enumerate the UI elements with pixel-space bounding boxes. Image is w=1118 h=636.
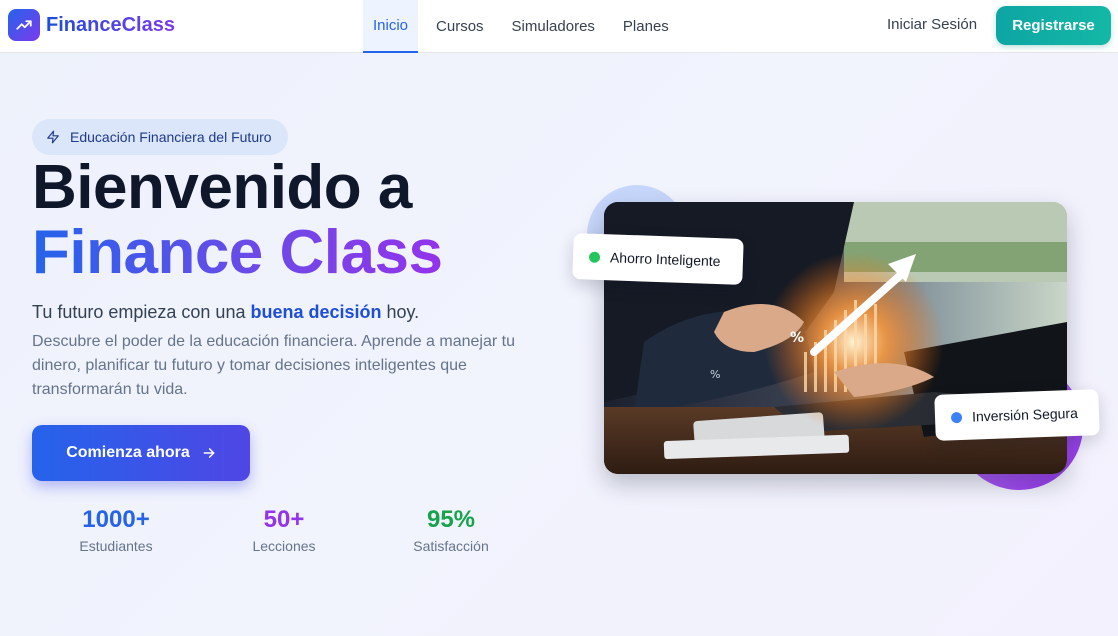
stat-students: 1000+ Estudiantes: [72, 506, 160, 554]
badge-smart-savings: Ahorro Inteligente: [572, 233, 744, 285]
hero-title-line1: Bienvenido a: [32, 153, 412, 222]
stat-value: 95%: [426, 506, 476, 533]
tagline-highlight: buena decisión: [250, 302, 382, 322]
stat-label: Lecciones: [252, 538, 316, 554]
get-started-label: Comienza ahora: [66, 444, 190, 461]
nav-link-cursos[interactable]: Cursos: [426, 0, 494, 53]
tagline-before: Tu futuro empieza con una: [32, 302, 251, 322]
nav-link-simuladores[interactable]: Simuladores: [502, 0, 605, 53]
stat-label: Estudiantes: [79, 538, 153, 554]
trending-up-icon: [8, 9, 40, 41]
hero-title-line2: Finance Class: [32, 218, 443, 287]
tagline-after: hoy.: [381, 302, 420, 322]
register-button[interactable]: Registrarse: [996, 6, 1111, 45]
top-navbar: FinanceClass Inicio Cursos Simuladores P…: [0, 0, 1118, 53]
badge-safe-investment: Inversión Segura: [934, 389, 1100, 441]
main-nav: Inicio Cursos Simuladores Planes: [363, 0, 687, 53]
brand-logo[interactable]: FinanceClass: [8, 9, 175, 41]
get-started-button[interactable]: Comienza ahora: [32, 425, 250, 481]
hero-badge: Educación Financiera del Futuro: [32, 119, 288, 155]
stat-value: 1000+: [82, 506, 150, 533]
lightning-icon: [47, 130, 59, 144]
stat-label: Satisfacción: [413, 538, 489, 554]
arrow-right-icon: [203, 448, 215, 458]
stat-lessons: 50+ Lecciones: [244, 506, 324, 554]
hero-tagline: Tu futuro empieza con una buena decisión…: [32, 302, 419, 323]
badge-smart-savings-label: Ahorro Inteligente: [609, 249, 721, 270]
badge-safe-investment-label: Inversión Segura: [971, 404, 1079, 425]
svg-text:%: %: [790, 330, 804, 346]
login-link[interactable]: Iniciar Sesión: [887, 16, 977, 33]
nav-link-planes[interactable]: Planes: [613, 0, 679, 53]
hero-badge-text: Educación Financiera del Futuro: [70, 129, 272, 145]
brand-name: FinanceClass: [46, 13, 175, 36]
stat-value: 50+: [263, 506, 305, 533]
stat-satisfaction: 95% Satisfacción: [405, 506, 497, 554]
nav-link-inicio[interactable]: Inicio: [363, 0, 419, 53]
status-dot-blue: [950, 411, 963, 423]
svg-text:%: %: [710, 368, 720, 381]
status-dot-green: [588, 251, 601, 263]
hero-description: Descubre el poder de la educación financ…: [32, 333, 515, 398]
